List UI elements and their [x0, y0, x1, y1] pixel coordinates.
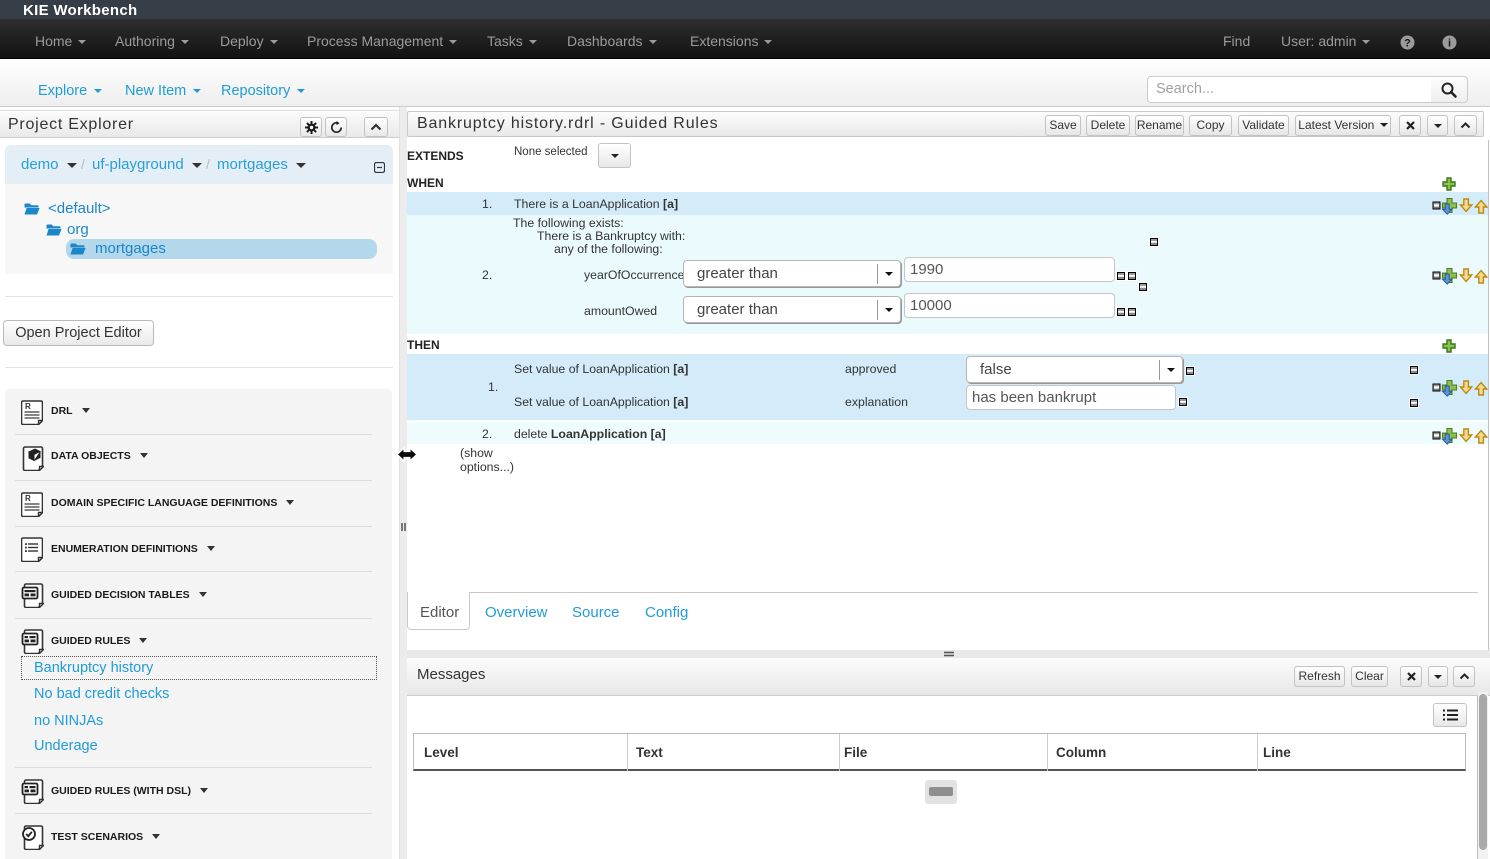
svg-text:?: ?	[1404, 38, 1411, 50]
svg-text:R: R	[25, 402, 31, 411]
svg-text:R: R	[25, 494, 31, 503]
svg-text:i: i	[1448, 38, 1451, 50]
